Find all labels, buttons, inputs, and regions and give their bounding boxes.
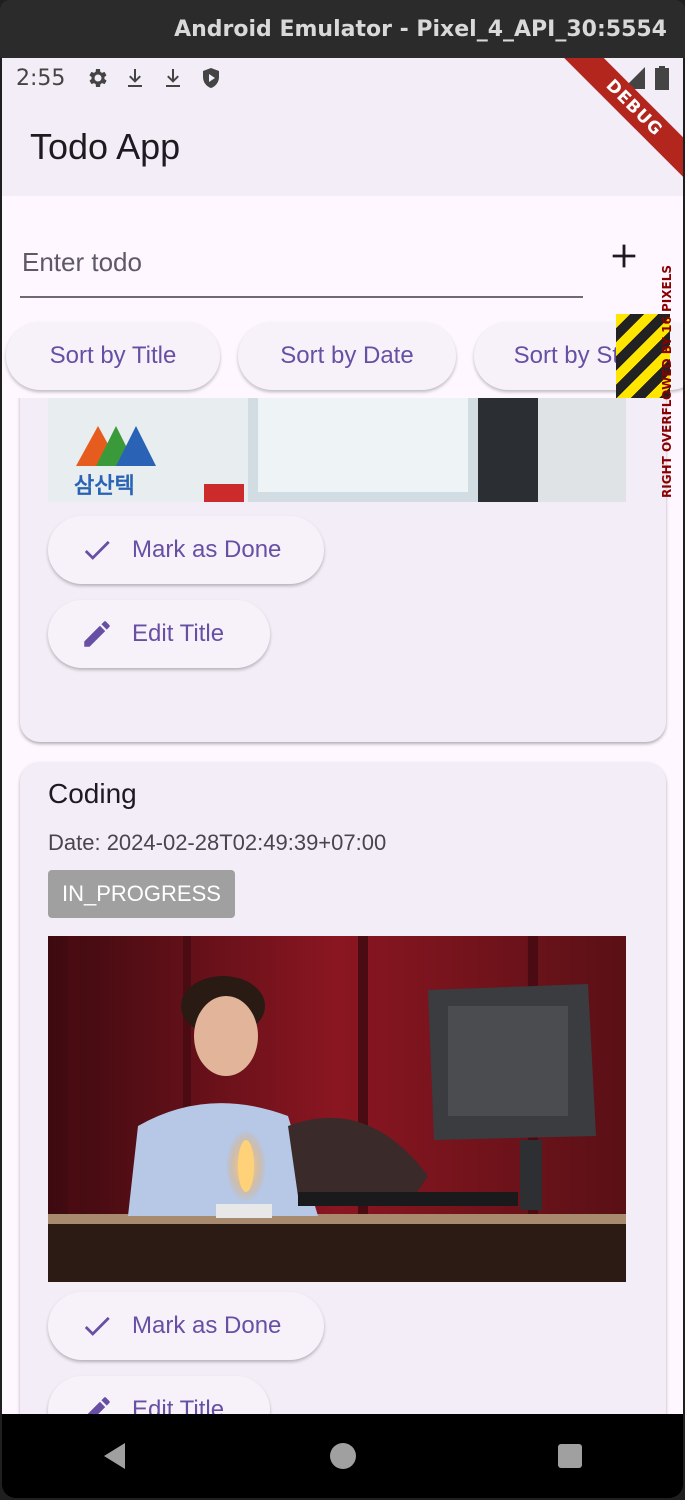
coding-photo	[48, 936, 626, 1282]
pencil-icon	[84, 621, 110, 647]
download-icon	[128, 69, 143, 87]
sort-by-date-button[interactable]: Sort by Date	[238, 322, 456, 390]
page-title: Todo App	[30, 126, 181, 167]
device-frame: 2:55 Todo App DEBUG Enter todo Sort by T…	[2, 58, 683, 1498]
recents-square-icon	[557, 1444, 582, 1468]
edit-title-button[interactable]: Edit Title	[48, 1376, 270, 1414]
logo-text: 삼산텍	[74, 473, 135, 498]
mark-as-done-label: Mark as Done	[132, 536, 282, 563]
mark-as-done-button[interactable]: Mark as Done	[48, 516, 324, 584]
status-time: 2:55	[16, 65, 66, 91]
todo-input[interactable]	[20, 228, 583, 298]
todo-image: 삼산텍	[48, 398, 626, 502]
todo-title: Coding	[48, 778, 137, 809]
todo-list[interactable]: 삼산텍 Mark as Done Edit Title Coding Date:…	[2, 398, 683, 1414]
status-badge: IN_PROGRESS	[48, 870, 235, 918]
recents-button[interactable]	[530, 1426, 610, 1486]
sort-button-row: Sort by Title Sort by Date Sort by Statu…	[2, 318, 683, 398]
edit-title-label: Edit Title	[132, 1396, 225, 1414]
shield-icon	[203, 68, 220, 88]
sort-by-title-button[interactable]: Sort by Title	[6, 322, 220, 390]
check-icon	[84, 1316, 110, 1336]
system-nav-bar	[2, 1414, 683, 1498]
mark-as-done-label: Mark as Done	[132, 1312, 282, 1339]
window-titlebar: Android Emulator - Pixel_4_API_30:5554	[0, 0, 685, 58]
check-icon	[84, 540, 110, 560]
download-icon	[166, 69, 181, 87]
edit-title-label: Edit Title	[132, 620, 225, 647]
home-button[interactable]	[303, 1426, 383, 1486]
app-screen: 2:55 Todo App DEBUG Enter todo Sort by T…	[2, 58, 683, 1414]
todo-card: 삼산텍 Mark as Done Edit Title	[20, 398, 666, 742]
settings-icon	[89, 69, 108, 87]
todo-card: Coding Date: 2024-02-28T02:49:39+07:00 I…	[20, 762, 666, 1414]
back-triangle-icon	[103, 1443, 125, 1469]
window-title: Android Emulator - Pixel_4_API_30:5554	[174, 16, 667, 42]
mark-as-done-button[interactable]: Mark as Done	[48, 1292, 324, 1360]
battery-icon	[655, 66, 669, 90]
plus-icon	[612, 244, 636, 268]
home-circle-icon	[329, 1443, 356, 1469]
todo-input-row	[2, 196, 683, 318]
todo-date: Date: 2024-02-28T02:49:39+07:00	[48, 830, 387, 855]
edit-title-button[interactable]: Edit Title	[48, 600, 270, 668]
app-bar: Todo App	[2, 98, 683, 196]
back-button[interactable]	[76, 1426, 156, 1486]
pencil-icon	[87, 1397, 110, 1414]
overflow-warning-text: RIGHT OVERFLOWED BY 16 PIXELS	[660, 265, 674, 498]
add-todo-button[interactable]	[602, 234, 646, 278]
todo-image	[48, 936, 626, 1282]
